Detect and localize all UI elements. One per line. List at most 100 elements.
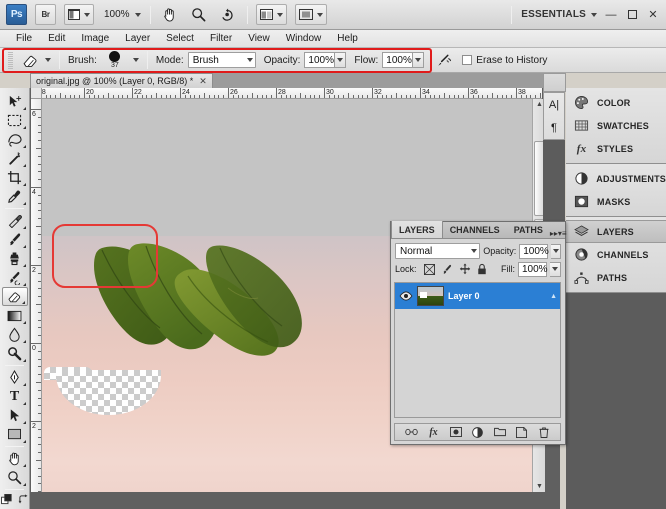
tool-gradient[interactable] [2, 306, 28, 325]
eraser-preset-chevron-icon[interactable] [45, 58, 51, 62]
tool-dodge[interactable] [2, 344, 28, 363]
lock-position-icon[interactable] [459, 263, 471, 275]
link-layers-icon[interactable] [405, 426, 418, 439]
tool-spot-healing-brush[interactable] [2, 211, 28, 230]
eraser-tool-icon[interactable] [19, 51, 41, 69]
tool-crop[interactable] [2, 168, 28, 187]
dock-item-paths[interactable]: PATHS [566, 266, 666, 289]
arrange-documents-button[interactable] [256, 4, 287, 25]
dock-item-channels[interactable]: CHANNELS [566, 243, 666, 266]
document-tab-original-jpg[interactable]: original.jpg @ 100% (Layer 0, RGB/8) * ✕ [30, 73, 213, 88]
dock-item-styles[interactable]: fx STYLES [566, 137, 666, 160]
dock-item-adjustments[interactable]: ADJUSTMENTS [566, 167, 666, 190]
collapse-panel-icon[interactable]: ▸▸ [550, 229, 558, 238]
dock-item-swatches[interactable]: SWATCHES [566, 114, 666, 137]
lock-transparent-pixels-icon[interactable] [424, 264, 435, 275]
opacity-stepper[interactable] [335, 52, 346, 68]
add-layer-style-icon[interactable]: fx [427, 426, 440, 439]
tab-paths[interactable]: PATHS [507, 221, 550, 238]
menu-window[interactable]: Window [278, 33, 330, 44]
tool-eyedropper[interactable] [2, 187, 28, 206]
opacity-input[interactable]: 100% [304, 52, 335, 68]
lock-all-icon[interactable] [477, 263, 487, 275]
airbrush-icon [436, 53, 453, 68]
new-layer-icon[interactable] [515, 426, 528, 439]
tool-rectangular-marquee[interactable] [2, 111, 28, 130]
default-colors-icon[interactable] [1, 494, 14, 505]
tool-eraser[interactable] [2, 287, 28, 306]
dock-item-masks[interactable]: MASKS [566, 190, 666, 213]
zoom-tool-button[interactable] [188, 4, 209, 25]
layer-name[interactable]: Layer 0 [448, 291, 480, 301]
menu-view[interactable]: View [240, 33, 278, 44]
panel-menu-icon[interactable]: ▾≡ [558, 229, 567, 238]
close-button[interactable]: ✕ [646, 8, 660, 22]
delete-layer-icon[interactable] [537, 426, 550, 439]
menu-edit[interactable]: Edit [40, 33, 73, 44]
layers-opacity-stepper[interactable] [551, 244, 561, 259]
workspace-chevron-down-icon[interactable] [591, 13, 597, 17]
flow-input[interactable]: 100% [382, 52, 413, 68]
menu-filter[interactable]: Filter [202, 33, 240, 44]
tool-clone-stamp[interactable] [2, 249, 28, 268]
dock-item-layers[interactable]: LAYERS [566, 220, 666, 243]
tool-blur[interactable] [2, 325, 28, 344]
document-tab-close-icon[interactable]: ✕ [199, 76, 207, 87]
menu-file[interactable]: File [8, 33, 40, 44]
menu-select[interactable]: Select [158, 33, 202, 44]
layer-row-layer-0[interactable]: Layer 0 ▲ [395, 283, 560, 309]
paragraph-panel-icon[interactable]: ¶ [544, 116, 564, 139]
options-bar-grip[interactable] [8, 52, 13, 69]
blend-mode-select[interactable]: Normal [395, 243, 480, 259]
layers-list-scroll-up-icon[interactable]: ▲ [550, 293, 557, 300]
new-adjustment-layer-icon[interactable] [471, 426, 484, 439]
ruler-minor-tick [406, 95, 407, 98]
layer-visibility-eye-icon[interactable] [398, 291, 413, 301]
maximize-button[interactable] [625, 8, 639, 22]
tool-path-selection[interactable] [2, 406, 28, 425]
tab-layers[interactable]: LAYERS [391, 221, 443, 238]
scroll-down-arrow-icon[interactable]: ▼ [535, 482, 544, 491]
new-group-icon[interactable] [493, 426, 506, 439]
menu-image[interactable]: Image [73, 33, 117, 44]
hand-tool-button[interactable] [159, 4, 180, 25]
tool-rectangle-shape[interactable] [2, 425, 28, 444]
tool-brush[interactable] [2, 230, 28, 249]
tool-magic-wand[interactable] [2, 149, 28, 168]
tool-zoom[interactable] [2, 468, 28, 487]
layers-list[interactable]: Layer 0 ▲ [394, 282, 561, 418]
workspace-switcher[interactable]: ESSENTIALS [521, 9, 586, 20]
erase-to-history-checkbox[interactable]: Erase to History [462, 55, 547, 66]
view-extras-button[interactable] [64, 4, 94, 25]
menu-help[interactable]: Help [329, 33, 366, 44]
tab-channels[interactable]: CHANNELS [443, 221, 507, 238]
minimize-button[interactable]: — [604, 8, 618, 22]
tool-lasso[interactable] [2, 130, 28, 149]
lock-image-pixels-icon[interactable] [441, 264, 453, 275]
mode-select[interactable]: Brush [188, 52, 256, 68]
character-panel-icon[interactable]: A| [544, 93, 564, 116]
tool-move[interactable] [2, 92, 28, 111]
vertical-ruler[interactable]: 64202 [31, 99, 42, 492]
add-layer-mask-icon[interactable] [449, 426, 462, 439]
tool-pen[interactable] [2, 368, 28, 387]
tool-history-brush[interactable] [2, 268, 28, 287]
brush-preview[interactable]: 37 [101, 49, 129, 71]
rotate-view-tool-button[interactable] [217, 4, 238, 25]
menu-layer[interactable]: Layer [117, 33, 158, 44]
fill-input[interactable]: 100% [518, 262, 547, 277]
horizontal-ruler[interactable]: 1820222426283032343638 [42, 88, 542, 99]
swap-colors-icon[interactable] [18, 494, 29, 504]
screen-mode-button[interactable] [295, 4, 327, 25]
fill-stepper[interactable] [550, 262, 561, 277]
tool-hand[interactable] [2, 449, 28, 468]
airbrush-toggle-button[interactable] [434, 51, 454, 69]
tool-horizontal-type[interactable]: T [2, 387, 28, 406]
brush-picker-chevron-icon[interactable] [133, 58, 139, 62]
dock-collapse-handle[interactable] [543, 73, 566, 92]
flow-stepper[interactable] [413, 52, 424, 68]
zoom-chevron-down-icon[interactable] [135, 13, 141, 17]
dock-item-color[interactable]: COLOR [566, 91, 666, 114]
launch-bridge-button[interactable]: Br [35, 4, 56, 25]
layers-opacity-input[interactable]: 100% [519, 244, 548, 259]
